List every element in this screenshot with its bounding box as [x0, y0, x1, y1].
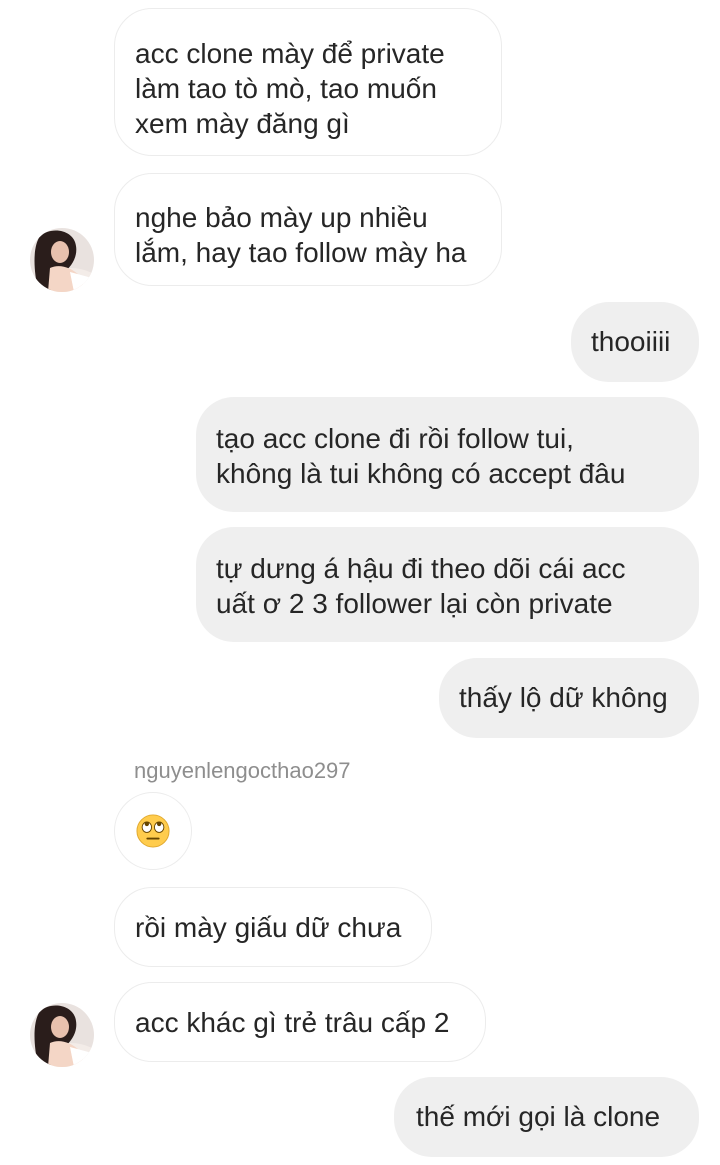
received-message-bubble[interactable]: acc clone mày để private làm tao tò mò, …	[114, 8, 502, 156]
message-text: thấy lộ dữ không	[459, 682, 668, 713]
eye-roll-emoji-icon	[136, 814, 170, 848]
received-message-bubble[interactable]: nghe bảo mày up nhiều lắm, hay tao follo…	[114, 173, 502, 286]
avatar[interactable]	[30, 228, 94, 292]
message-text: acc khác gì trẻ trâu cấp 2	[135, 1007, 450, 1038]
message-text: tạo acc clone đi rồi follow tui, không l…	[216, 423, 626, 489]
avatar[interactable]	[30, 1003, 94, 1067]
emoji-message-bubble[interactable]	[114, 792, 192, 870]
sent-message-bubble[interactable]: thooiiii	[571, 302, 699, 382]
message-text: rồi mày giấu dữ chưa	[135, 912, 402, 943]
sent-message-bubble[interactable]: tạo acc clone đi rồi follow tui, không l…	[196, 397, 699, 512]
received-message-bubble[interactable]: rồi mày giấu dữ chưa	[114, 887, 432, 967]
sent-message-bubble[interactable]: thấy lộ dữ không	[439, 658, 699, 738]
message-text: nghe bảo mày up nhiều lắm, hay tao follo…	[135, 202, 467, 268]
sent-message-bubble[interactable]: thế mới gọi là clone	[394, 1077, 699, 1157]
message-text: tự dưng á hậu đi theo dõi cái acc uất ơ …	[216, 553, 626, 619]
profile-photo-icon	[30, 228, 94, 292]
sent-message-bubble[interactable]: tự dưng á hậu đi theo dõi cái acc uất ơ …	[196, 527, 699, 642]
message-text: thế mới gọi là clone	[416, 1101, 661, 1132]
message-text: acc clone mày để private làm tao tò mò, …	[135, 38, 445, 139]
received-message-bubble[interactable]: acc khác gì trẻ trâu cấp 2	[114, 982, 486, 1062]
message-text: thooiiii	[591, 326, 671, 357]
sender-username[interactable]: nguyenlengocthao297	[134, 758, 351, 784]
profile-photo-icon	[30, 1003, 94, 1067]
